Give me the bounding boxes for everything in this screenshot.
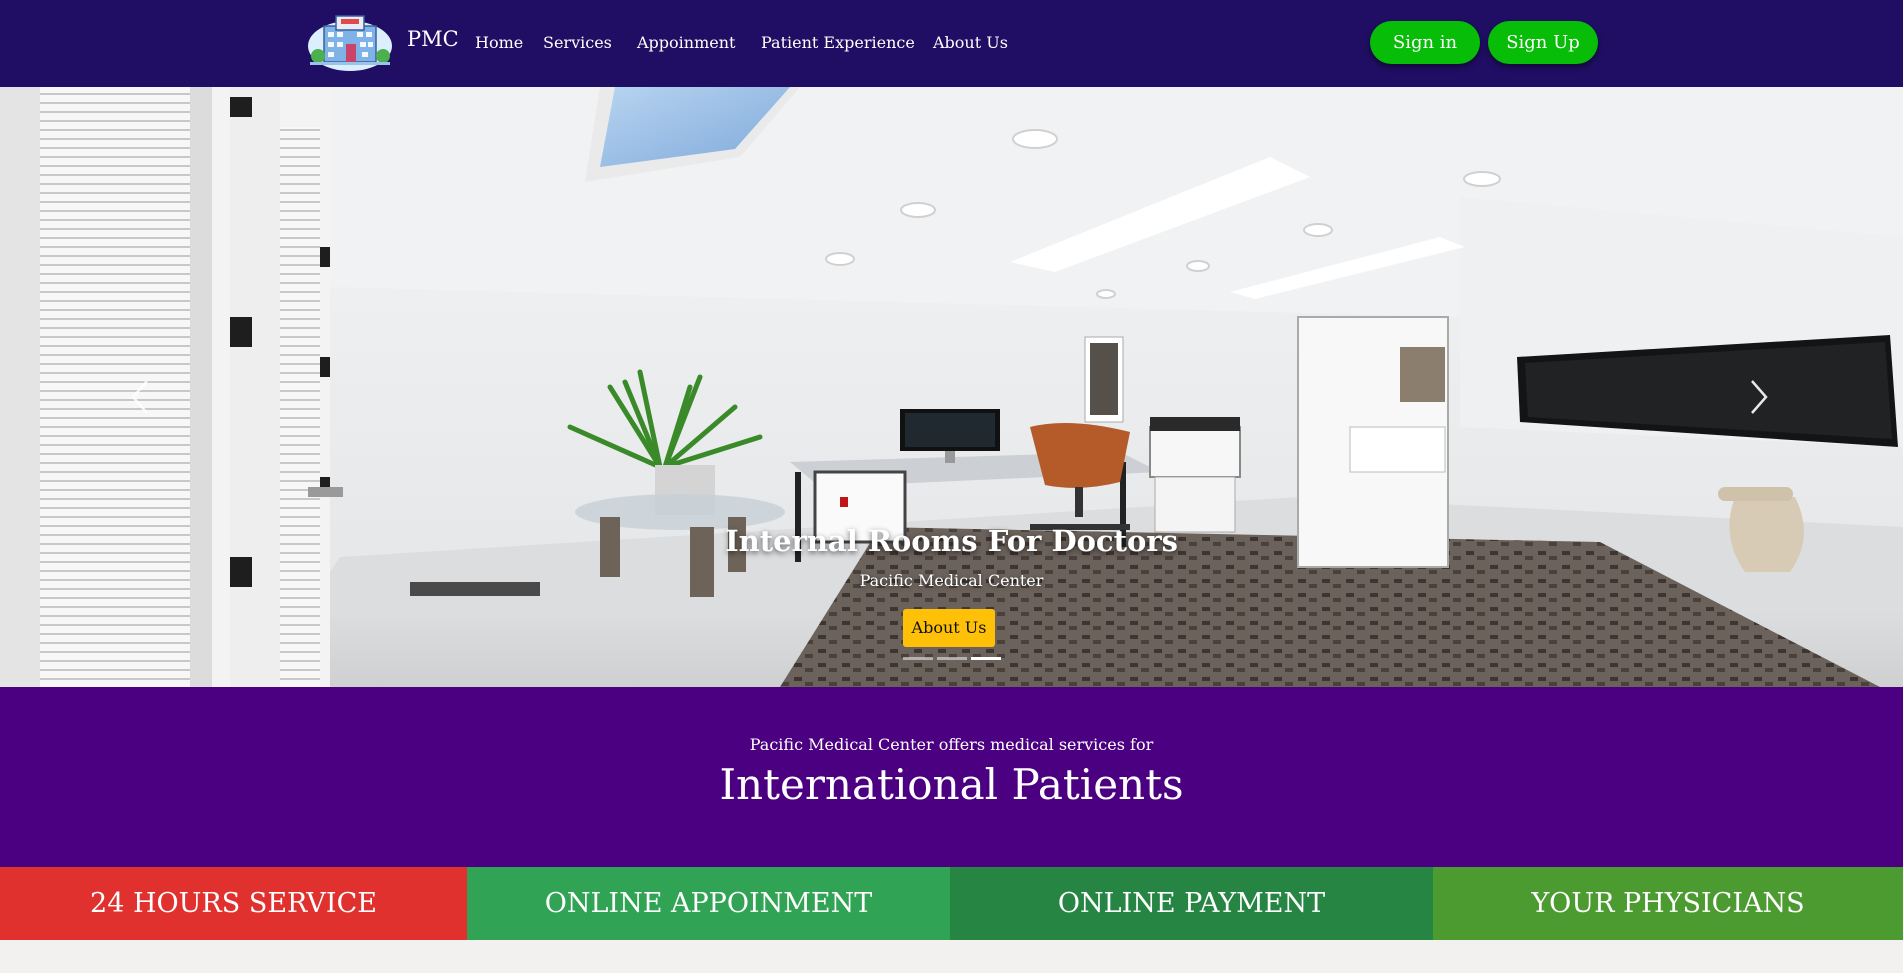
intro-title: International Patients xyxy=(719,760,1184,809)
carousel-indicator-3[interactable] xyxy=(971,657,1001,660)
navbar: PMC Home Services Appoinment Patient Exp… xyxy=(0,0,1903,87)
intro-section: Pacific Medical Center offers medical se… xyxy=(0,687,1903,867)
slide-title: Internal Rooms For Doctors xyxy=(725,524,1178,558)
nav-services[interactable]: Services xyxy=(543,33,612,52)
sign-in-button[interactable]: Sign in xyxy=(1370,21,1480,64)
nav-about-us[interactable]: About Us xyxy=(933,33,1008,52)
carousel-next-icon[interactable] xyxy=(1744,377,1774,417)
carousel-indicator-2[interactable] xyxy=(937,657,967,660)
feature-online-payment[interactable]: ONLINE PAYMENT xyxy=(950,867,1433,940)
nav-appoinment[interactable]: Appoinment xyxy=(637,33,735,52)
carousel-prev-icon[interactable] xyxy=(125,377,155,417)
hospital-logo-icon[interactable] xyxy=(306,10,394,72)
sign-up-button[interactable]: Sign Up xyxy=(1488,21,1598,64)
nav-patient-experience[interactable]: Patient Experience xyxy=(761,33,915,52)
office-room-image xyxy=(0,87,1903,687)
about-us-button[interactable]: About Us xyxy=(903,609,995,647)
feature-24-hours-service[interactable]: 24 HOURS SERVICE xyxy=(0,867,467,940)
hero-carousel: Internal Rooms For Doctors Pacific Medic… xyxy=(0,87,1903,687)
nav-home[interactable]: Home xyxy=(475,33,523,52)
intro-subtitle: Pacific Medical Center offers medical se… xyxy=(749,735,1154,754)
feature-tiles: 24 HOURS SERVICE ONLINE APPOINMENT ONLIN… xyxy=(0,867,1903,940)
carousel-indicator-1[interactable] xyxy=(903,657,933,660)
feature-your-physicians[interactable]: YOUR PHYSICIANS xyxy=(1433,867,1903,940)
brand-name[interactable]: PMC xyxy=(407,27,459,51)
slide-subtitle: Pacific Medical Center xyxy=(859,571,1044,590)
feature-online-appoinment[interactable]: ONLINE APPOINMENT xyxy=(467,867,950,940)
